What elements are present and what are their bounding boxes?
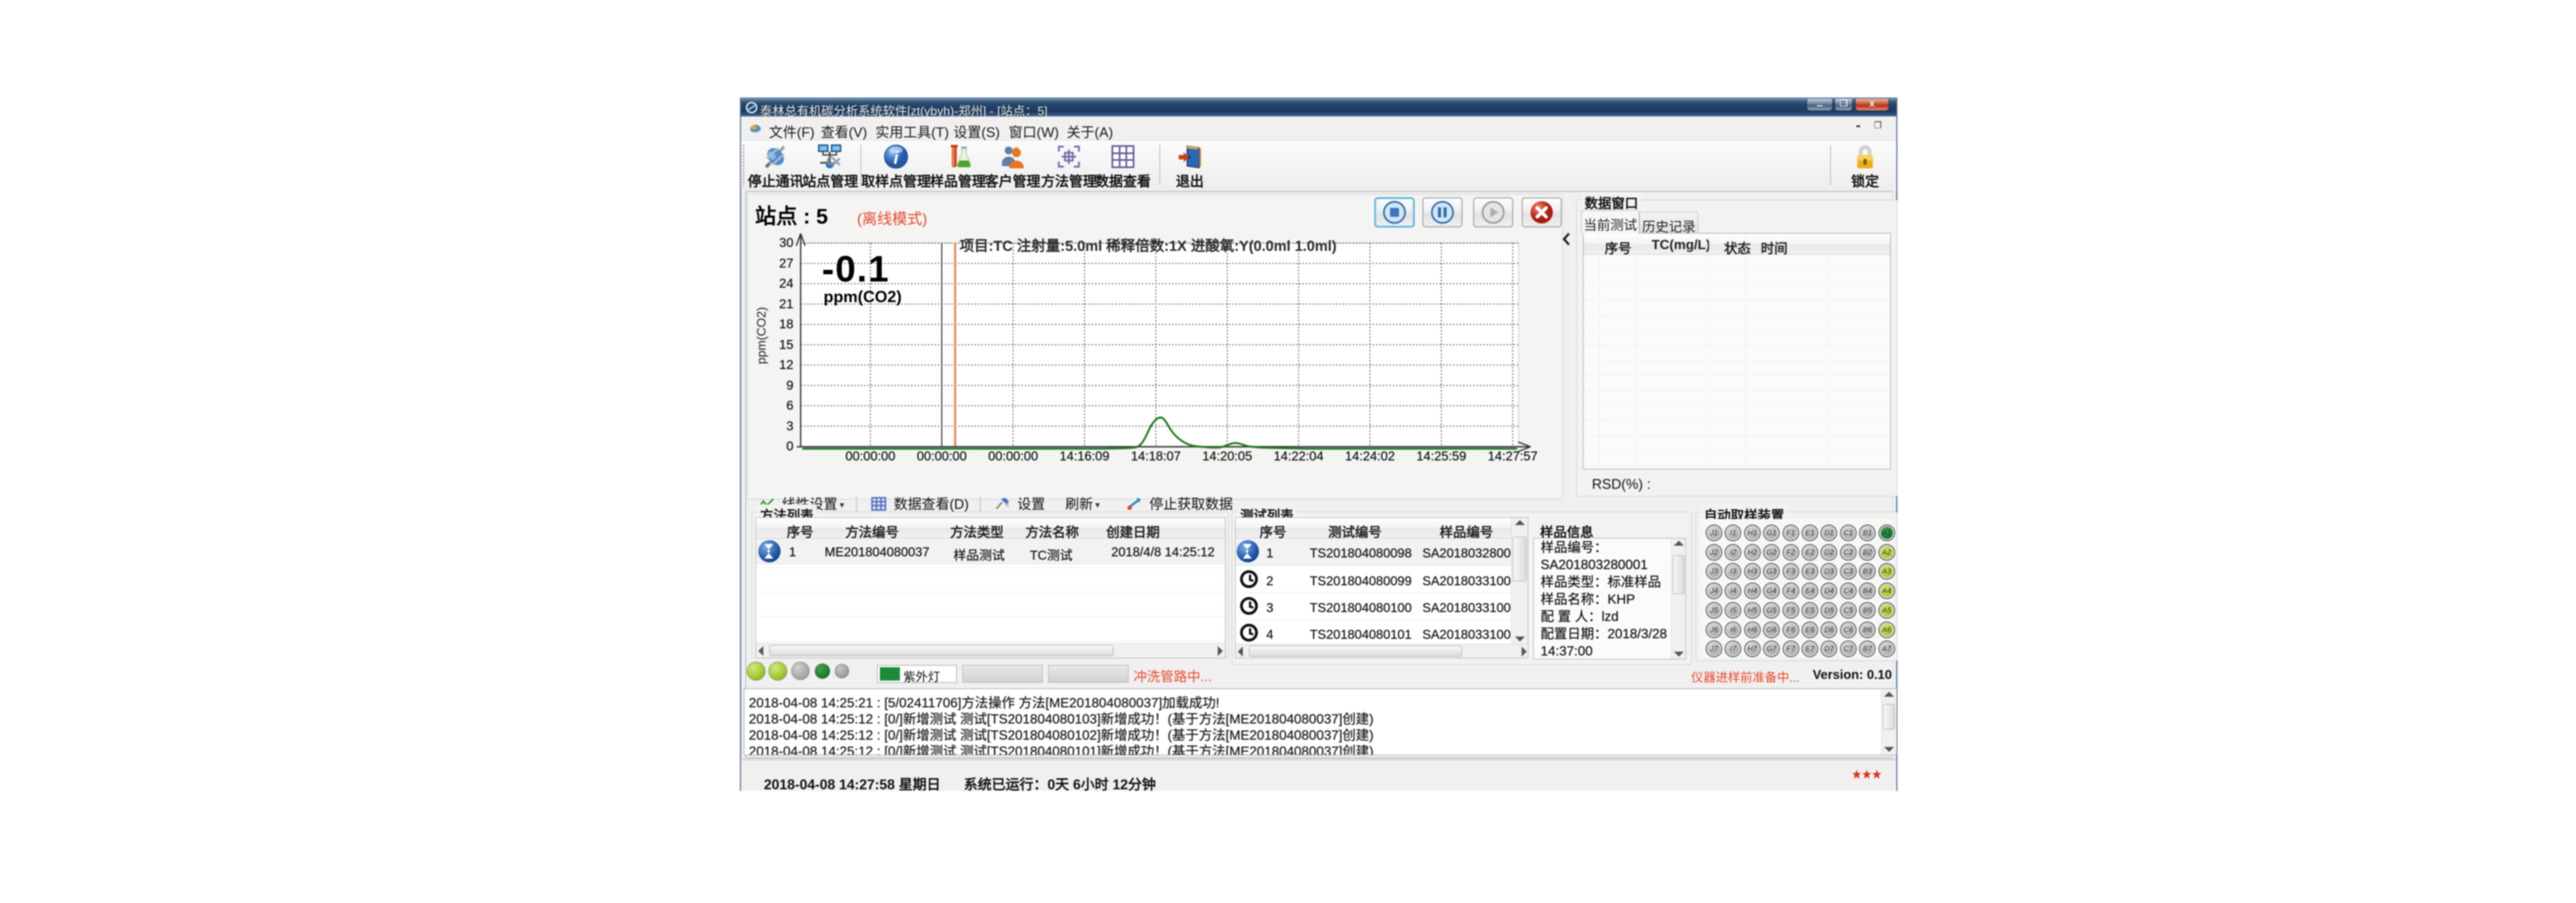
svg-text:i: i (894, 148, 899, 168)
